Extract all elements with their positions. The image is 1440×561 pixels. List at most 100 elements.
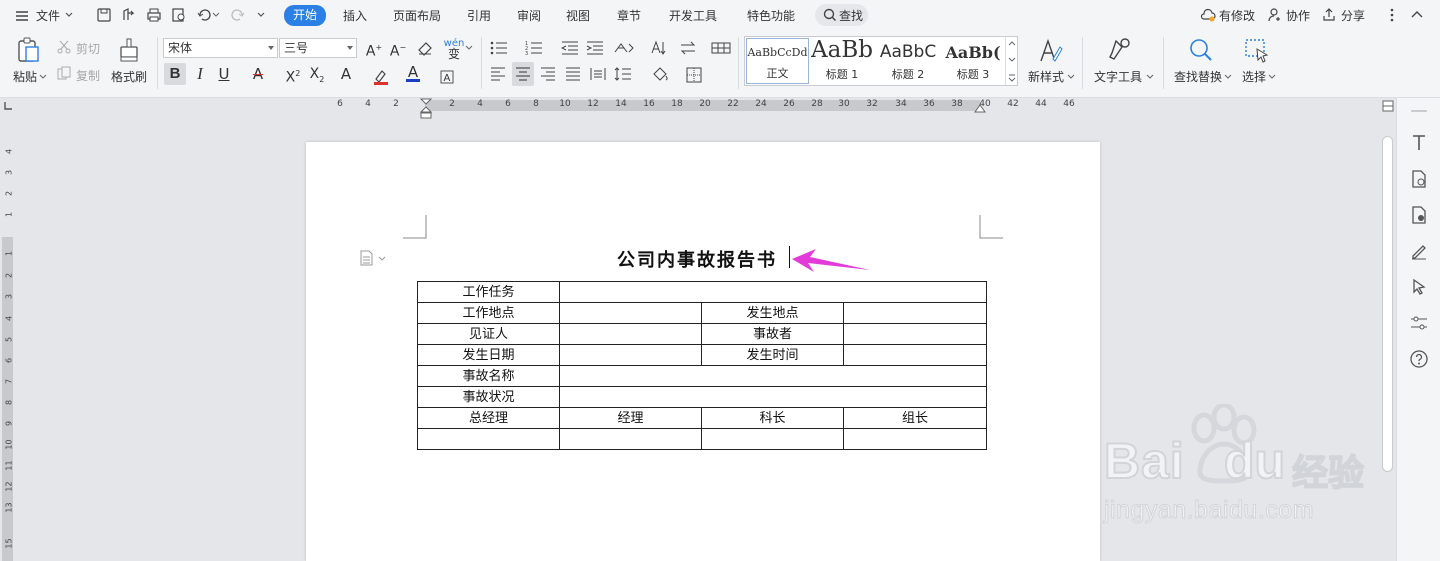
chevron-up-icon[interactable] xyxy=(1008,40,1016,46)
highlight-color-icon[interactable] xyxy=(372,69,390,85)
adjust-settings-icon[interactable] xyxy=(1409,313,1429,333)
table-cell[interactable] xyxy=(842,302,988,324)
table-cell[interactable]: 工作地点 xyxy=(417,302,560,324)
text-tools-label[interactable]: 文字工具 xyxy=(1094,68,1142,85)
tab-chapter[interactable]: 章节 xyxy=(617,7,641,24)
table-cell[interactable]: 总经理 xyxy=(417,407,560,429)
table-cell[interactable]: 发生日期 xyxy=(417,344,560,366)
file-menu[interactable]: 文件 xyxy=(36,7,60,24)
phonetic-guide-button[interactable]: wén 变 xyxy=(443,35,465,61)
styles-more-icon[interactable] xyxy=(1008,74,1016,82)
distribute-icon[interactable] xyxy=(590,67,606,81)
style-heading-3[interactable]: AaBb( 标题 3 xyxy=(943,38,1003,84)
italic-button[interactable]: I xyxy=(189,63,211,85)
tab-special-features[interactable]: 特色功能 xyxy=(747,7,795,24)
new-style-icon[interactable] xyxy=(1037,37,1063,65)
align-right-icon[interactable] xyxy=(540,67,556,81)
table-cell[interactable]: 科长 xyxy=(701,407,844,429)
style-heading-1[interactable]: AaBb 标题 1 xyxy=(811,38,873,84)
font-name-select[interactable]: 宋体 xyxy=(163,38,278,58)
hamburger-menu-icon[interactable] xyxy=(14,8,30,24)
scrollbar-thumb[interactable] xyxy=(1382,136,1393,472)
select-icon[interactable] xyxy=(1244,37,1270,65)
new-style-dropdown-icon[interactable] xyxy=(1067,73,1075,81)
customize-quick-access-icon[interactable] xyxy=(256,10,266,20)
modified-status[interactable]: 有修改 xyxy=(1219,7,1255,24)
format-painter-label[interactable]: 格式刷 xyxy=(111,68,147,85)
collaborate-button[interactable]: 协作 xyxy=(1286,7,1310,24)
horizontal-ruler[interactable]: 6 4 2 2 4 6 8 10 12 14 16 18 20 22 24 26 28 30 32 34 36 38 40 4… xyxy=(306,98,1100,119)
share-button[interactable]: 分享 xyxy=(1341,7,1365,24)
pointer-select-icon[interactable] xyxy=(1409,277,1429,297)
report-table[interactable]: 工作任务 工作地点 发生地点 见证人 事故者 发生日期 发生时间 事故名称 事故… xyxy=(417,281,988,450)
export-icon[interactable] xyxy=(121,7,137,23)
numbered-list-icon[interactable]: 123 xyxy=(525,40,543,56)
strikethrough-button[interactable]: A xyxy=(247,63,269,85)
table-cell[interactable] xyxy=(842,344,988,366)
table-cell[interactable] xyxy=(701,428,844,450)
increase-font-size-button[interactable]: A+ xyxy=(363,37,385,60)
vertical-ruler[interactable]: 4 3 2 1 1 2 3 4 5 6 7 8 9 10 11 12 13 15 xyxy=(0,114,15,561)
text-tools-dropdown-icon[interactable] xyxy=(1146,73,1154,81)
table-cell[interactable]: 组长 xyxy=(842,407,988,429)
vertical-scrollbar[interactable] xyxy=(1380,114,1395,561)
align-left-icon[interactable] xyxy=(490,67,506,81)
justify-icon[interactable] xyxy=(565,67,581,81)
table-cell[interactable] xyxy=(842,323,988,345)
text-format-icon[interactable] xyxy=(1409,133,1429,153)
table-cell[interactable] xyxy=(559,302,702,324)
document-page[interactable]: 公司内事故报告书 工作任务 工作地点 发生地点 见证人 事故者 发生日期 发生时… xyxy=(306,142,1100,561)
align-center-button[interactable] xyxy=(512,62,534,86)
table-cell[interactable] xyxy=(559,323,702,345)
text-effect-button[interactable]: A xyxy=(335,63,357,85)
tab-review[interactable]: 审阅 xyxy=(517,7,541,24)
table-cell[interactable]: 事故状况 xyxy=(417,386,560,408)
table-cell[interactable] xyxy=(558,386,988,408)
show-hide-marks-icon[interactable] xyxy=(679,40,699,56)
style-heading-2[interactable]: AaBbC 标题 2 xyxy=(875,38,941,84)
bold-button[interactable]: B xyxy=(164,63,186,85)
font-size-select[interactable]: 三号 xyxy=(279,38,357,58)
table-cell[interactable]: 见证人 xyxy=(417,323,560,345)
font-color-button[interactable]: A xyxy=(402,61,424,83)
table-cell[interactable]: 事故名称 xyxy=(417,365,560,387)
subscript-button[interactable]: X2 xyxy=(306,63,328,85)
line-spacing-icon[interactable] xyxy=(614,67,632,81)
undo-icon[interactable] xyxy=(196,7,212,23)
document-info-icon[interactable] xyxy=(1409,169,1429,189)
tab-insert[interactable]: 插入 xyxy=(343,7,367,24)
select-label[interactable]: 选择 xyxy=(1242,68,1266,85)
document-settings-icon[interactable] xyxy=(1409,205,1429,225)
undo-dropdown-icon[interactable] xyxy=(212,11,220,19)
more-options-icon[interactable] xyxy=(1384,7,1400,23)
table-cell[interactable]: 经理 xyxy=(559,407,702,429)
decrease-indent-icon[interactable] xyxy=(561,40,579,56)
table-icon[interactable] xyxy=(711,40,731,56)
table-cell[interactable] xyxy=(417,428,560,450)
tab-home[interactable]: 开始 xyxy=(284,5,326,26)
paste-label[interactable]: 粘贴 xyxy=(13,68,37,85)
table-cell[interactable] xyxy=(558,281,988,303)
decrease-font-size-button[interactable]: A− xyxy=(387,37,409,60)
document-title[interactable]: 公司内事故报告书 xyxy=(617,246,777,272)
pen-edit-icon[interactable] xyxy=(1409,241,1429,261)
table-cell[interactable]: 发生时间 xyxy=(701,344,844,366)
tab-references[interactable]: 引用 xyxy=(467,7,491,24)
chevron-down-icon[interactable] xyxy=(64,10,74,20)
new-style-label[interactable]: 新样式 xyxy=(1028,68,1064,85)
tab-view[interactable]: 视图 xyxy=(566,7,590,24)
format-painter-icon[interactable] xyxy=(118,37,140,65)
borders-icon[interactable] xyxy=(686,67,702,83)
tab-developer[interactable]: 开发工具 xyxy=(669,7,717,24)
sidebar-grip[interactable] xyxy=(1411,110,1427,112)
increase-indent-icon[interactable] xyxy=(586,40,604,56)
superscript-button[interactable]: X2 xyxy=(282,63,304,86)
table-cell[interactable]: 发生地点 xyxy=(701,302,844,324)
sort-icon[interactable] xyxy=(650,40,668,56)
help-icon[interactable] xyxy=(1409,349,1429,369)
table-cell[interactable]: 事故者 xyxy=(701,323,844,345)
print-icon[interactable] xyxy=(146,7,162,23)
paste-icon[interactable] xyxy=(16,37,42,65)
style-normal[interactable]: AaBbCcDd 正文 xyxy=(746,38,809,84)
phonetic-dropdown-icon[interactable] xyxy=(465,44,473,52)
